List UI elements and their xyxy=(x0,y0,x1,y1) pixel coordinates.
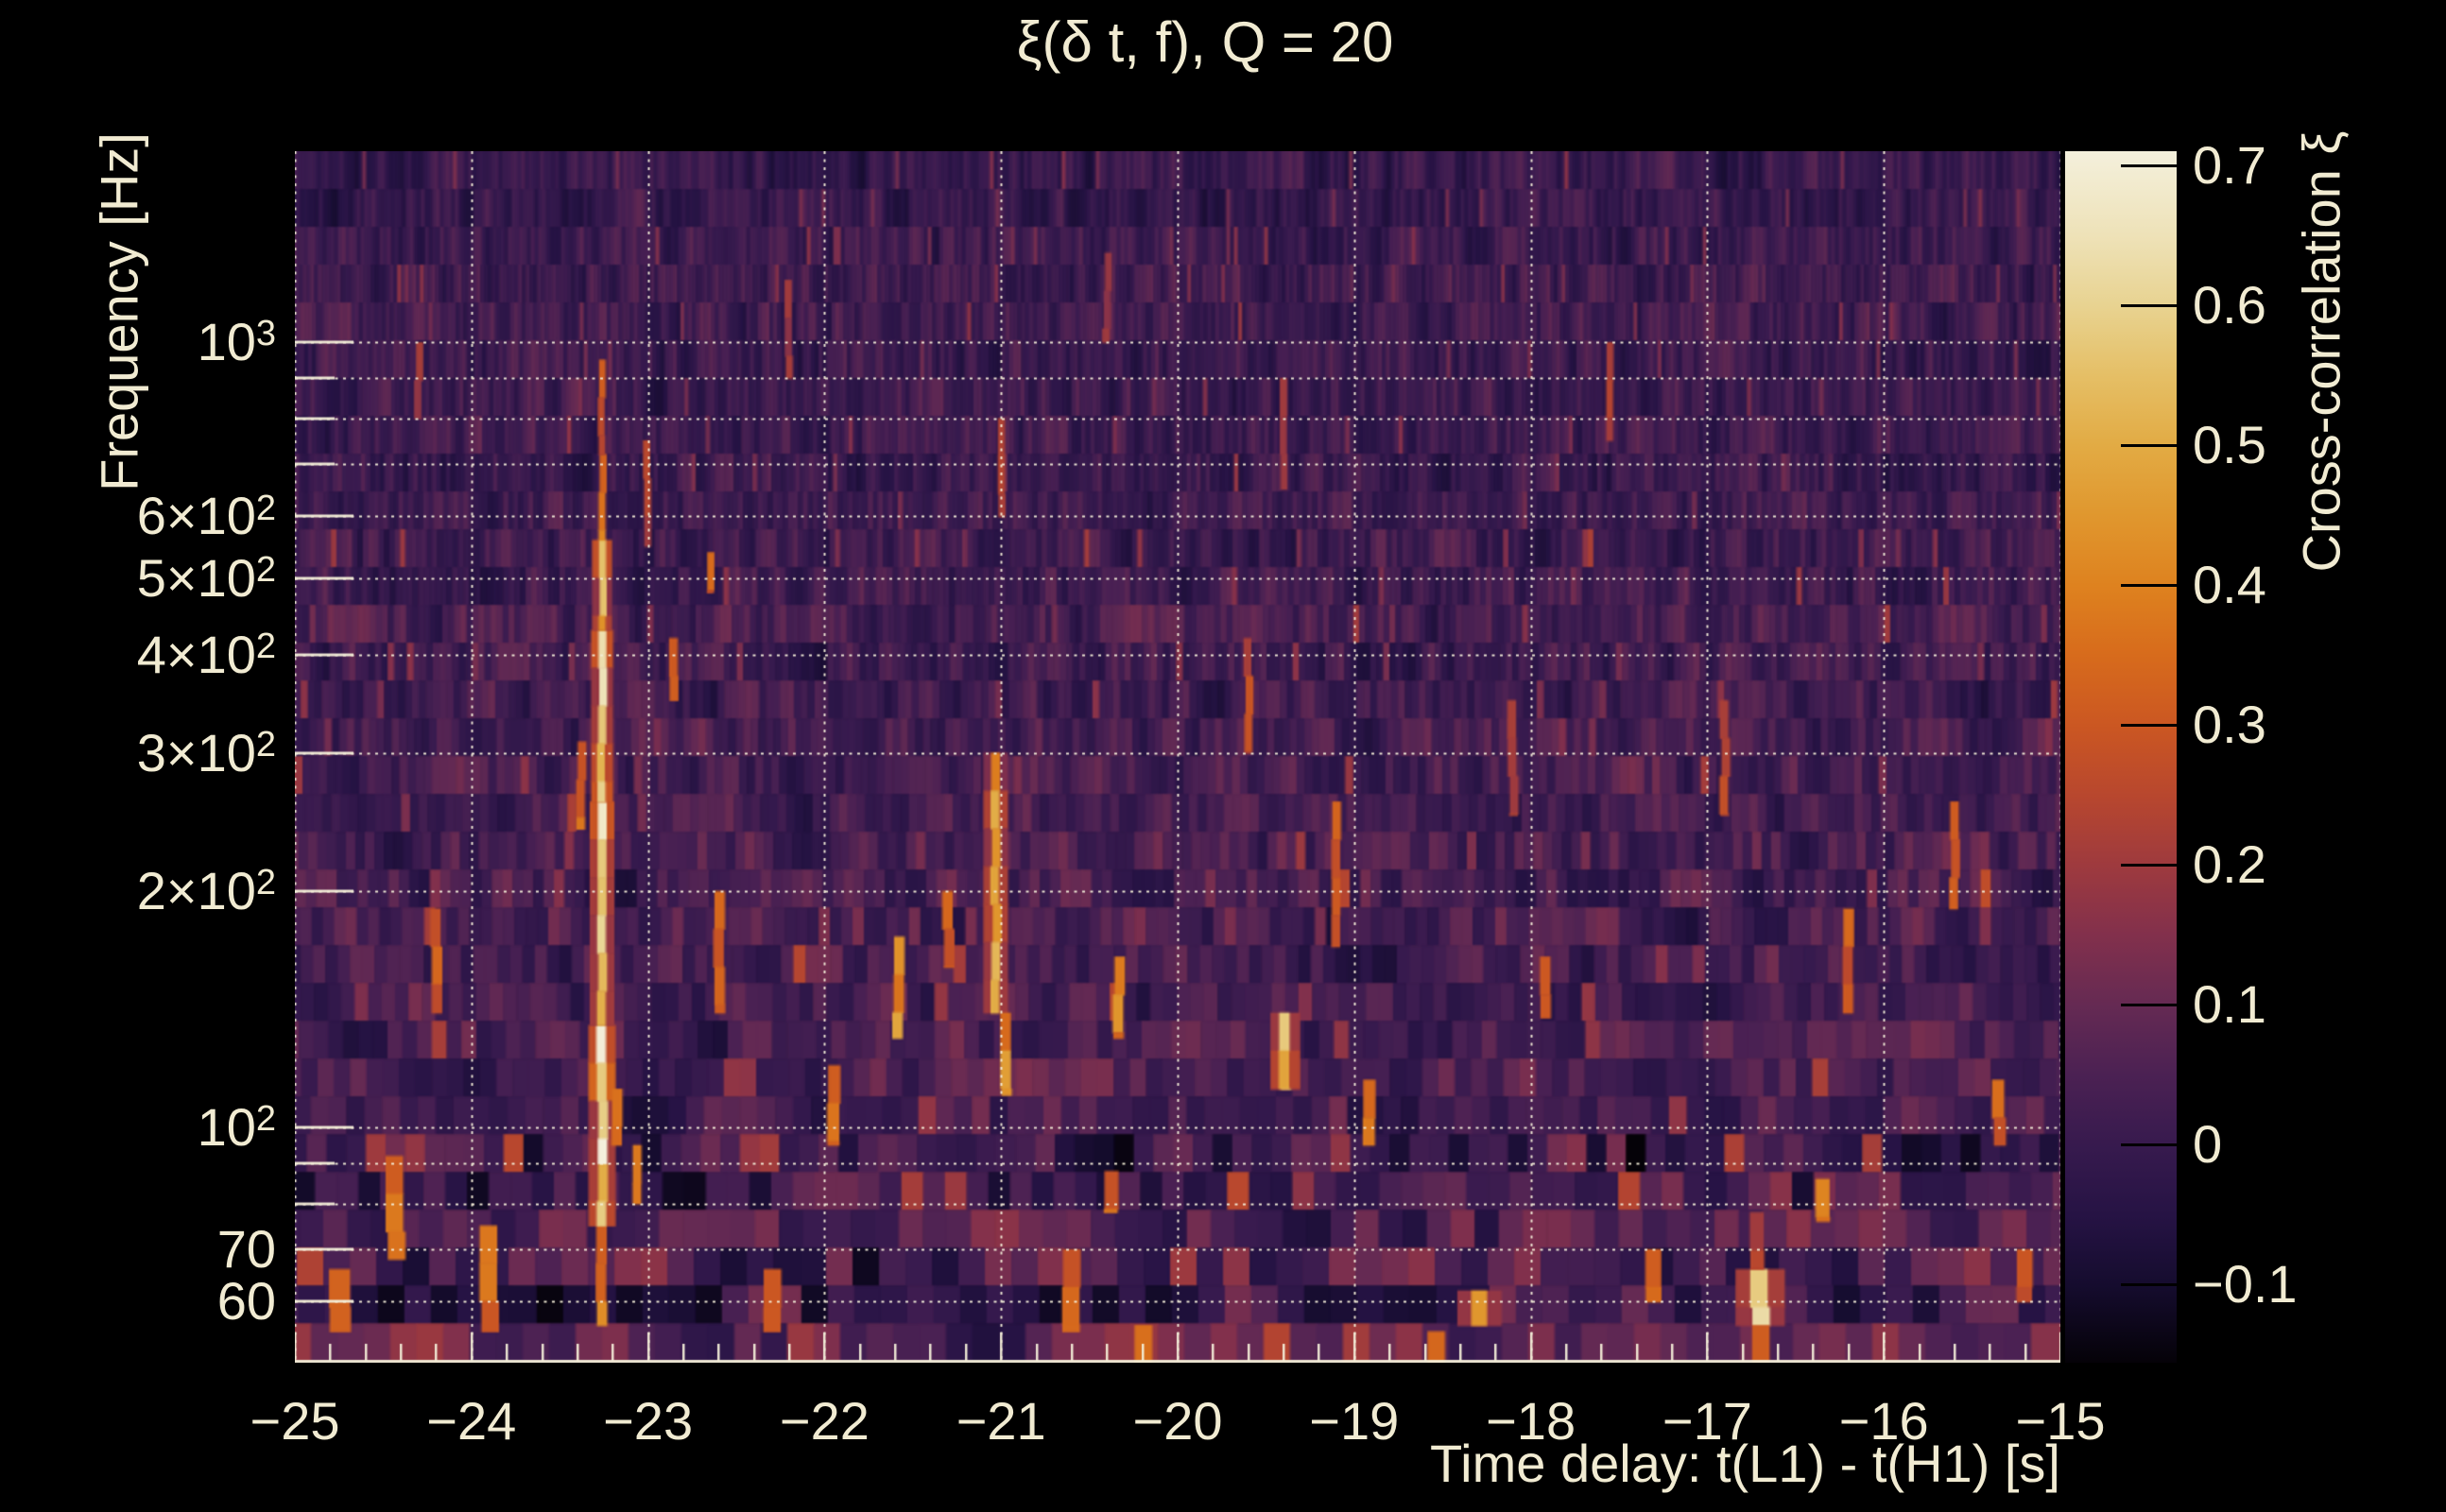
heatmap-canvas xyxy=(295,151,2060,1363)
colorbar-tickmark xyxy=(2121,1143,2177,1146)
colorbar-tickmark xyxy=(2121,724,2177,727)
y-tick-label: 2×102 xyxy=(136,860,276,920)
colorbar-tick-label: 0.3 xyxy=(2193,695,2266,754)
x-tick-label: −21 xyxy=(956,1391,1046,1451)
x-tick-label: −22 xyxy=(779,1391,870,1451)
y-tick-label: 4×102 xyxy=(136,624,276,684)
chart-title: ξ(δ t, f), Q = 20 xyxy=(1016,10,1394,74)
colorbar-tickmark xyxy=(2121,864,2177,867)
x-tick-label: −25 xyxy=(250,1391,340,1451)
x-tick-label: −15 xyxy=(2015,1391,2106,1451)
colorbar-tickmark xyxy=(2121,304,2177,307)
x-tick-label: −16 xyxy=(1838,1391,1929,1451)
x-tick-label: −17 xyxy=(1662,1391,1752,1451)
y-tick-label: 70 xyxy=(216,1218,276,1279)
colorbar-tickmark xyxy=(2121,584,2177,587)
colorbar-tickmark xyxy=(2121,1004,2177,1006)
y-tick-label: 102 xyxy=(197,1097,276,1157)
x-tick-label: −19 xyxy=(1309,1391,1400,1451)
colorbar-tick-label: 0 xyxy=(2193,1114,2223,1174)
colorbar-tick-label: 0.1 xyxy=(2193,974,2266,1034)
colorbar-tick-label: 0.5 xyxy=(2193,415,2266,474)
x-tick-label: −23 xyxy=(603,1391,694,1451)
colorbar-tickmark xyxy=(2121,444,2177,447)
figure: ξ(δ t, f), Q = 20 Frequency [Hz] Time de… xyxy=(0,0,2446,1512)
colorbar-tick-label: −0.1 xyxy=(2193,1254,2298,1314)
colorbar-tick-label: 0.7 xyxy=(2193,135,2266,195)
x-tick-label: −24 xyxy=(426,1391,517,1451)
y-tick-label: 60 xyxy=(216,1271,276,1332)
x-tick-label: −20 xyxy=(1132,1391,1223,1451)
colorbar-gradient xyxy=(2065,151,2177,1363)
colorbar-title: Cross-correlation ξ xyxy=(2291,130,2351,573)
colorbar-tickmark xyxy=(2121,1283,2177,1286)
colorbar-tick-label: 0.6 xyxy=(2193,275,2266,335)
colorbar-tickmark xyxy=(2121,164,2177,167)
y-tick-label: 6×102 xyxy=(136,486,276,546)
y-tick-label: 3×102 xyxy=(136,722,276,782)
colorbar-tick-label: 0.4 xyxy=(2193,555,2266,614)
y-tick-label: 5×102 xyxy=(136,548,276,609)
y-axis-title: Frequency [Hz] xyxy=(89,132,149,491)
y-tick-label: 103 xyxy=(197,312,276,371)
colorbar-tick-label: 0.2 xyxy=(2193,834,2266,894)
x-tick-label: −18 xyxy=(1486,1391,1576,1451)
